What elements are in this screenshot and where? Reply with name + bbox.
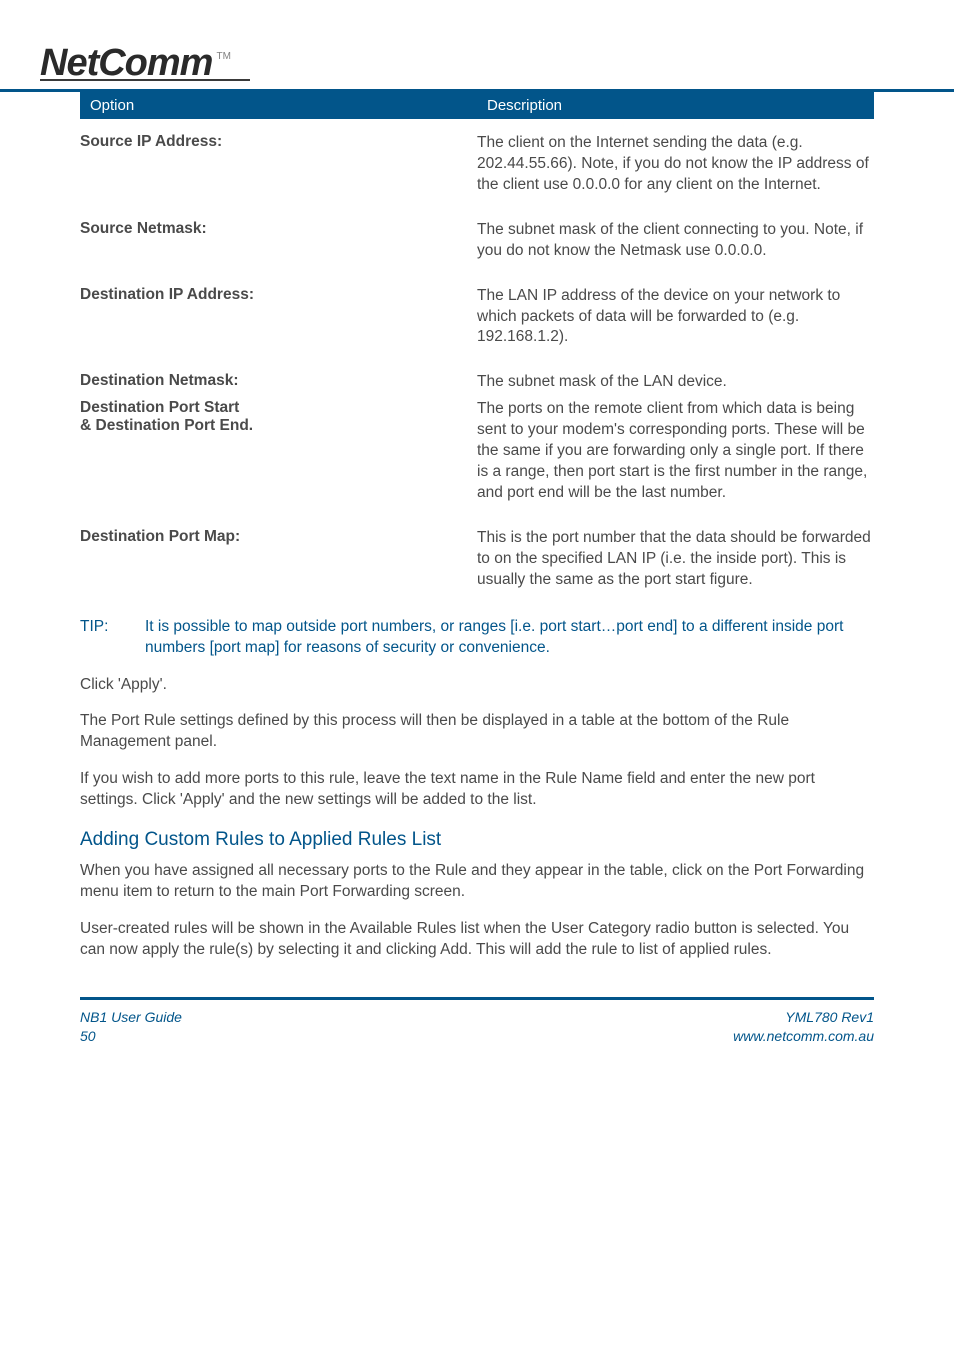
body-paragraph: When you have assigned all necessary por… bbox=[80, 861, 874, 903]
option-description: The subnet mask of the LAN device. bbox=[477, 372, 874, 393]
option-label: Destination Port Map: bbox=[80, 528, 477, 546]
footer-revision: YML780 Rev1 bbox=[733, 1008, 874, 1028]
body-paragraph: User-created rules will be shown in the … bbox=[80, 919, 874, 961]
tip-text: It is possible to map outside port numbe… bbox=[145, 617, 874, 659]
table-row: Destination Port Map: This is the port n… bbox=[80, 522, 874, 609]
body-paragraph: The Port Rule settings defined by this p… bbox=[80, 711, 874, 753]
section-heading: Adding Custom Rules to Applied Rules Lis… bbox=[80, 829, 874, 851]
body-paragraph: Click 'Apply'. bbox=[80, 675, 874, 696]
option-description: The LAN IP address of the device on your… bbox=[477, 286, 874, 349]
option-label: Destination IP Address: bbox=[80, 286, 477, 304]
logo-text: NetComm bbox=[40, 42, 212, 84]
option-description: The ports on the remote client from whic… bbox=[477, 399, 874, 504]
trademark-symbol: TM bbox=[216, 51, 230, 62]
footer-url: www.netcomm.com.au bbox=[733, 1027, 874, 1047]
header-description: Description bbox=[477, 92, 874, 119]
option-description: The client on the Internet sending the d… bbox=[477, 133, 874, 196]
header-option: Option bbox=[80, 92, 477, 119]
footer-left: NB1 User Guide 50 bbox=[80, 1008, 182, 1047]
table-row: Source Netmask: The subnet mask of the c… bbox=[80, 214, 874, 280]
option-label: Destination Netmask: bbox=[80, 372, 477, 390]
option-label: Source Netmask: bbox=[80, 220, 477, 238]
table-row: Source IP Address: The client on the Int… bbox=[80, 127, 874, 214]
table-row: Destination Netmask: The subnet mask of … bbox=[80, 366, 874, 393]
option-description: The subnet mask of the client connecting… bbox=[477, 220, 874, 262]
body-paragraph: If you wish to add more ports to this ru… bbox=[80, 769, 874, 811]
brand-logo: NetComm TM bbox=[40, 42, 874, 81]
footer-guide-title: NB1 User Guide bbox=[80, 1008, 182, 1028]
tip-label: TIP: bbox=[80, 617, 145, 659]
footer-page-number: 50 bbox=[80, 1027, 182, 1047]
tip-block: TIP: It is possible to map outside port … bbox=[80, 617, 874, 659]
table-row: Destination IP Address: The LAN IP addre… bbox=[80, 280, 874, 367]
option-label: Source IP Address: bbox=[80, 133, 477, 151]
table-header-row: Option Description bbox=[80, 92, 874, 119]
option-description: This is the port number that the data sh… bbox=[477, 528, 874, 591]
table-row: Destination Port Start & Destination Por… bbox=[80, 393, 874, 522]
option-label: Destination Port Start & Destination Por… bbox=[80, 399, 477, 435]
footer-right: YML780 Rev1 www.netcomm.com.au bbox=[733, 1008, 874, 1047]
page-footer: NB1 User Guide 50 YML780 Rev1 www.netcom… bbox=[80, 997, 874, 1047]
